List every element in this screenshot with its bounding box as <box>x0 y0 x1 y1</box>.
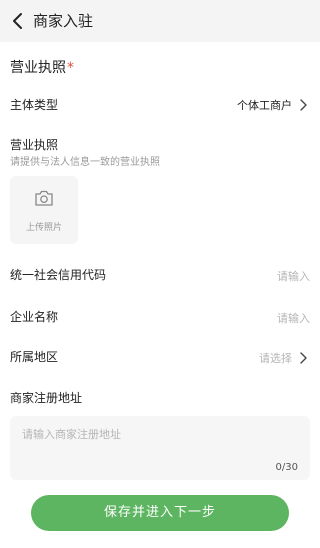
address-placeholder: 请输入商家注册地址 <box>22 428 121 441</box>
license-hint: 请提供与法人信息一致的营业执照 <box>10 157 160 168</box>
subject-type-label: 主体类型 <box>10 98 59 112</box>
address-label: 商家注册地址 <box>10 391 83 405</box>
credit-code-label: 统一社会信用代码 <box>10 268 107 282</box>
required-mark: * <box>67 60 74 76</box>
region-select[interactable]: 请选择 <box>259 350 292 366</box>
subject-type-value: 个体工商户 <box>237 99 292 112</box>
section-title: 营业执照* <box>10 57 74 77</box>
top-bar: 商家入驻 <box>0 0 320 42</box>
upload-photo-button[interactable]: 上传照片 <box>10 176 78 244</box>
char-counter: 0/30 <box>275 462 298 473</box>
section-title-text: 营业执照 <box>10 60 66 76</box>
save-and-next-button[interactable]: 保存并进入下一步 <box>31 495 289 531</box>
upload-photo-label: 上传照片 <box>25 223 62 233</box>
company-name-input[interactable]: 请输入 <box>277 310 310 326</box>
address-textarea[interactable]: 请输入商家注册地址 0/30 <box>10 416 310 480</box>
camera-icon <box>34 189 54 207</box>
license-label: 营业执照 <box>10 138 59 152</box>
region-label: 所属地区 <box>10 350 59 364</box>
company-name-label: 企业名称 <box>10 310 59 324</box>
credit-code-input[interactable]: 请输入 <box>277 268 310 284</box>
chevron-right-icon <box>298 352 308 364</box>
page-title: 商家入驻 <box>33 12 94 30</box>
back-arrow-icon[interactable] <box>8 11 28 31</box>
chevron-right-icon <box>298 99 308 111</box>
